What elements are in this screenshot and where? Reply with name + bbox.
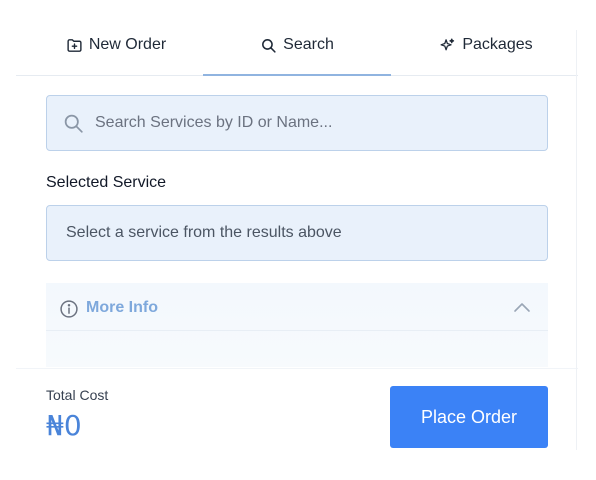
footer-divider [16,368,578,369]
place-order-button[interactable]: Place Order [390,386,548,448]
total-cost-value: ₦0 [46,409,82,442]
order-card: New Order Search Packages Selected Servi… [16,0,578,470]
tab-search[interactable]: Search [203,22,391,76]
info-icon [60,300,78,318]
chevron-up-icon [514,303,530,312]
service-search-input[interactable] [95,96,535,150]
selected-service-placeholder: Select a service from the results above [66,224,342,241]
folder-plus-icon [67,39,82,52]
more-info-panel: More Info [46,283,548,367]
service-search-box[interactable] [46,95,548,151]
search-icon [262,39,276,53]
tab-packages-label: Packages [462,36,533,53]
more-info-label: More Info [86,299,158,316]
sparkles-icon [440,38,455,51]
more-info-toggle[interactable]: More Info [46,283,548,331]
tab-new-order-label: New Order [88,36,167,53]
selected-service-label: Selected Service [46,174,167,191]
tab-search-label: Search [283,36,334,53]
tab-bar: New Order Search Packages [16,22,578,76]
selected-service-field: Select a service from the results above [46,205,548,261]
tab-packages[interactable]: Packages [421,22,551,75]
search-icon [64,114,83,133]
tab-new-order[interactable]: New Order [46,22,186,75]
total-cost-label: Total Cost [46,387,109,403]
card-edge [576,30,577,450]
